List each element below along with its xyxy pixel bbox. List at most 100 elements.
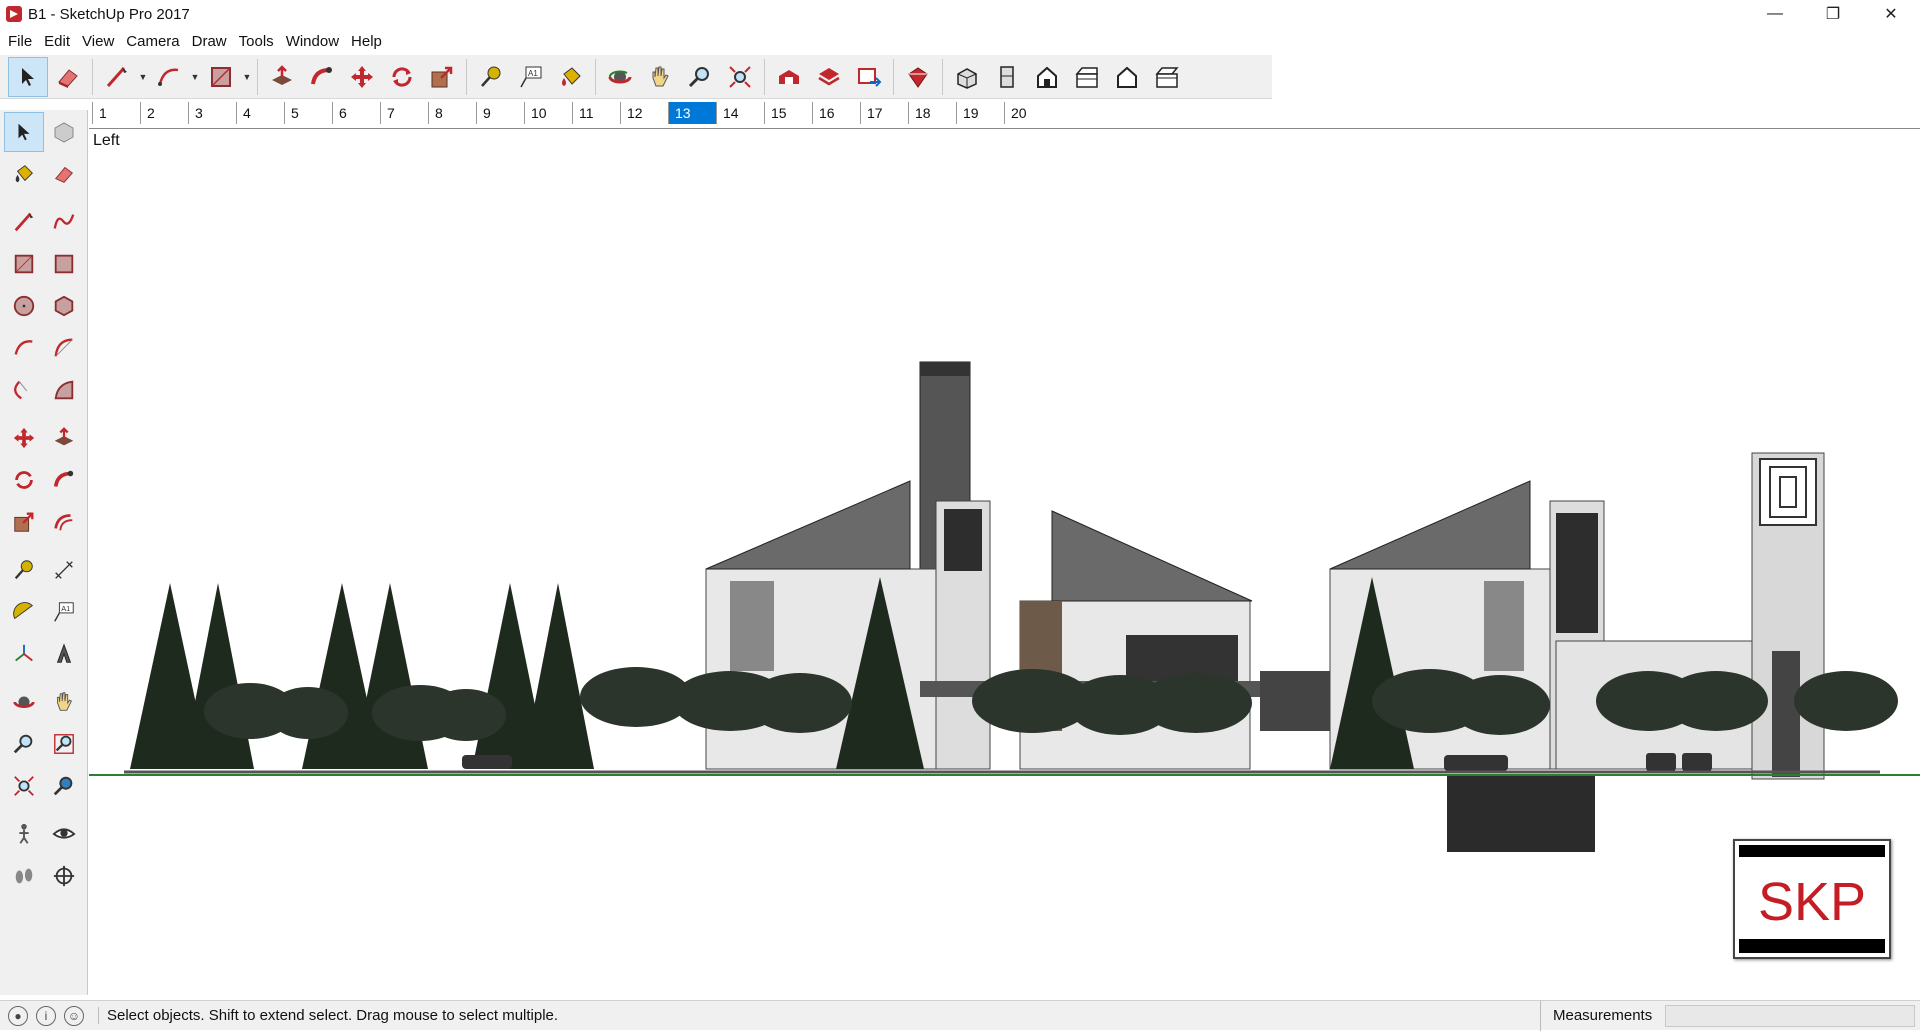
zoom-window-icon[interactable] bbox=[44, 724, 84, 764]
iso-view-icon[interactable] bbox=[947, 57, 987, 97]
scene-tab-9[interactable]: 9 bbox=[476, 102, 524, 124]
scene-tab-16[interactable]: 16 bbox=[812, 102, 860, 124]
eraser-icon[interactable] bbox=[48, 57, 88, 97]
three-point-arc-icon[interactable] bbox=[4, 370, 44, 410]
zoom-extents-icon[interactable] bbox=[720, 57, 760, 97]
scene-tab-4[interactable]: 4 bbox=[236, 102, 284, 124]
menu-draw[interactable]: Draw bbox=[186, 33, 233, 50]
scene-tab-10[interactable]: 10 bbox=[524, 102, 572, 124]
scene-tab-19[interactable]: 19 bbox=[956, 102, 1004, 124]
scale-icon[interactable] bbox=[422, 57, 462, 97]
text-icon[interactable]: A1 bbox=[44, 592, 84, 632]
orbit-icon[interactable] bbox=[4, 682, 44, 722]
zoom-icon[interactable] bbox=[4, 724, 44, 764]
text-icon[interactable]: A1 bbox=[511, 57, 551, 97]
extension-warehouse-icon[interactable] bbox=[898, 57, 938, 97]
freehand-icon[interactable] bbox=[44, 202, 84, 242]
scene-tab-18[interactable]: 18 bbox=[908, 102, 956, 124]
left-view-icon[interactable] bbox=[1147, 57, 1187, 97]
make-component-icon[interactable] bbox=[44, 112, 84, 152]
axes-icon[interactable] bbox=[4, 634, 44, 674]
zoom-extents-icon[interactable] bbox=[4, 766, 44, 806]
minimize-button[interactable]: — bbox=[1746, 0, 1804, 28]
close-button[interactable]: ✕ bbox=[1862, 0, 1920, 28]
follow-me-icon[interactable] bbox=[302, 57, 342, 97]
pan-icon[interactable] bbox=[44, 682, 84, 722]
back-view-icon[interactable] bbox=[1107, 57, 1147, 97]
tape-measure-icon[interactable] bbox=[471, 57, 511, 97]
protractor-icon[interactable] bbox=[4, 592, 44, 632]
menu-tools[interactable]: Tools bbox=[233, 33, 280, 50]
rectangle-dropdown-icon[interactable]: ▼ bbox=[241, 57, 253, 97]
eraser-icon[interactable] bbox=[44, 154, 84, 194]
move-icon[interactable] bbox=[4, 418, 44, 458]
arc-icon[interactable] bbox=[149, 57, 189, 97]
warehouse-icon[interactable] bbox=[769, 57, 809, 97]
share-model-icon[interactable] bbox=[809, 57, 849, 97]
scene-tab-6[interactable]: 6 bbox=[332, 102, 380, 124]
sketchup-app-icon[interactable] bbox=[6, 6, 22, 22]
menu-camera[interactable]: Camera bbox=[120, 33, 185, 50]
menu-file[interactable]: File bbox=[2, 33, 38, 50]
rotated-rectangle-icon[interactable] bbox=[44, 244, 84, 284]
select-icon[interactable] bbox=[8, 56, 48, 97]
rotate-icon[interactable] bbox=[382, 57, 422, 97]
section-plane-icon[interactable] bbox=[44, 856, 84, 896]
scene-tab-15[interactable]: 15 bbox=[764, 102, 812, 124]
follow-me-icon[interactable] bbox=[44, 460, 84, 500]
paint-bucket-icon[interactable] bbox=[551, 57, 591, 97]
scene-tab-7[interactable]: 7 bbox=[380, 102, 428, 124]
move-icon[interactable] bbox=[342, 57, 382, 97]
polygon-icon[interactable] bbox=[44, 286, 84, 326]
scene-tab-3[interactable]: 3 bbox=[188, 102, 236, 124]
pie-icon[interactable] bbox=[44, 370, 84, 410]
zoom-icon[interactable] bbox=[680, 57, 720, 97]
arc-dropdown-icon[interactable]: ▼ bbox=[189, 57, 201, 97]
scene-tab-12[interactable]: 12 bbox=[620, 102, 668, 124]
menu-edit[interactable]: Edit bbox=[38, 33, 76, 50]
scene-tab-13[interactable]: 13 bbox=[668, 102, 716, 124]
front-view-icon[interactable] bbox=[1027, 57, 1067, 97]
paint-bucket-icon[interactable] bbox=[4, 154, 44, 194]
two-point-arc-icon[interactable] bbox=[44, 328, 84, 368]
menu-help[interactable]: Help bbox=[345, 33, 388, 50]
credits-icon[interactable]: i bbox=[36, 1005, 56, 1026]
menu-window[interactable]: Window bbox=[280, 33, 345, 50]
rectangle-icon[interactable] bbox=[201, 57, 241, 97]
position-camera-icon[interactable] bbox=[4, 814, 44, 854]
scene-tab-11[interactable]: 11 bbox=[572, 102, 620, 124]
user-account-icon[interactable]: ☺ bbox=[64, 1005, 84, 1026]
geo-location-icon[interactable]: ● bbox=[8, 1005, 28, 1026]
push-pull-icon[interactable] bbox=[262, 57, 302, 97]
tape-measure-icon[interactable] bbox=[4, 550, 44, 590]
line-dropdown-icon[interactable]: ▼ bbox=[137, 57, 149, 97]
model-viewport[interactable]: Left SKP bbox=[89, 128, 1920, 995]
dimension-icon[interactable] bbox=[44, 550, 84, 590]
scene-tab-5[interactable]: 5 bbox=[284, 102, 332, 124]
scale-icon[interactable] bbox=[4, 502, 44, 542]
rectangle-icon[interactable] bbox=[4, 244, 44, 284]
walk-icon[interactable] bbox=[4, 856, 44, 896]
scene-tab-20[interactable]: 20 bbox=[1004, 102, 1052, 124]
line-icon[interactable] bbox=[4, 202, 44, 242]
previous-view-icon[interactable] bbox=[44, 766, 84, 806]
top-view-icon[interactable] bbox=[987, 57, 1027, 97]
circle-icon[interactable] bbox=[4, 286, 44, 326]
rotate-icon[interactable] bbox=[4, 460, 44, 500]
3d-text-icon[interactable] bbox=[44, 634, 84, 674]
arc-icon[interactable] bbox=[4, 328, 44, 368]
line-icon[interactable] bbox=[97, 57, 137, 97]
push-pull-icon[interactable] bbox=[44, 418, 84, 458]
scene-tab-14[interactable]: 14 bbox=[716, 102, 764, 124]
scene-tab-2[interactable]: 2 bbox=[140, 102, 188, 124]
measurements-input[interactable] bbox=[1665, 1005, 1915, 1027]
menu-view[interactable]: View bbox=[76, 33, 120, 50]
maximize-button[interactable]: ❐ bbox=[1804, 0, 1862, 28]
layout-icon[interactable] bbox=[849, 57, 889, 97]
select-icon[interactable] bbox=[4, 112, 44, 152]
scene-tab-1[interactable]: 1 bbox=[92, 102, 140, 124]
look-around-icon[interactable] bbox=[44, 814, 84, 854]
scene-tab-8[interactable]: 8 bbox=[428, 102, 476, 124]
scene-tab-17[interactable]: 17 bbox=[860, 102, 908, 124]
offset-icon[interactable] bbox=[44, 502, 84, 542]
